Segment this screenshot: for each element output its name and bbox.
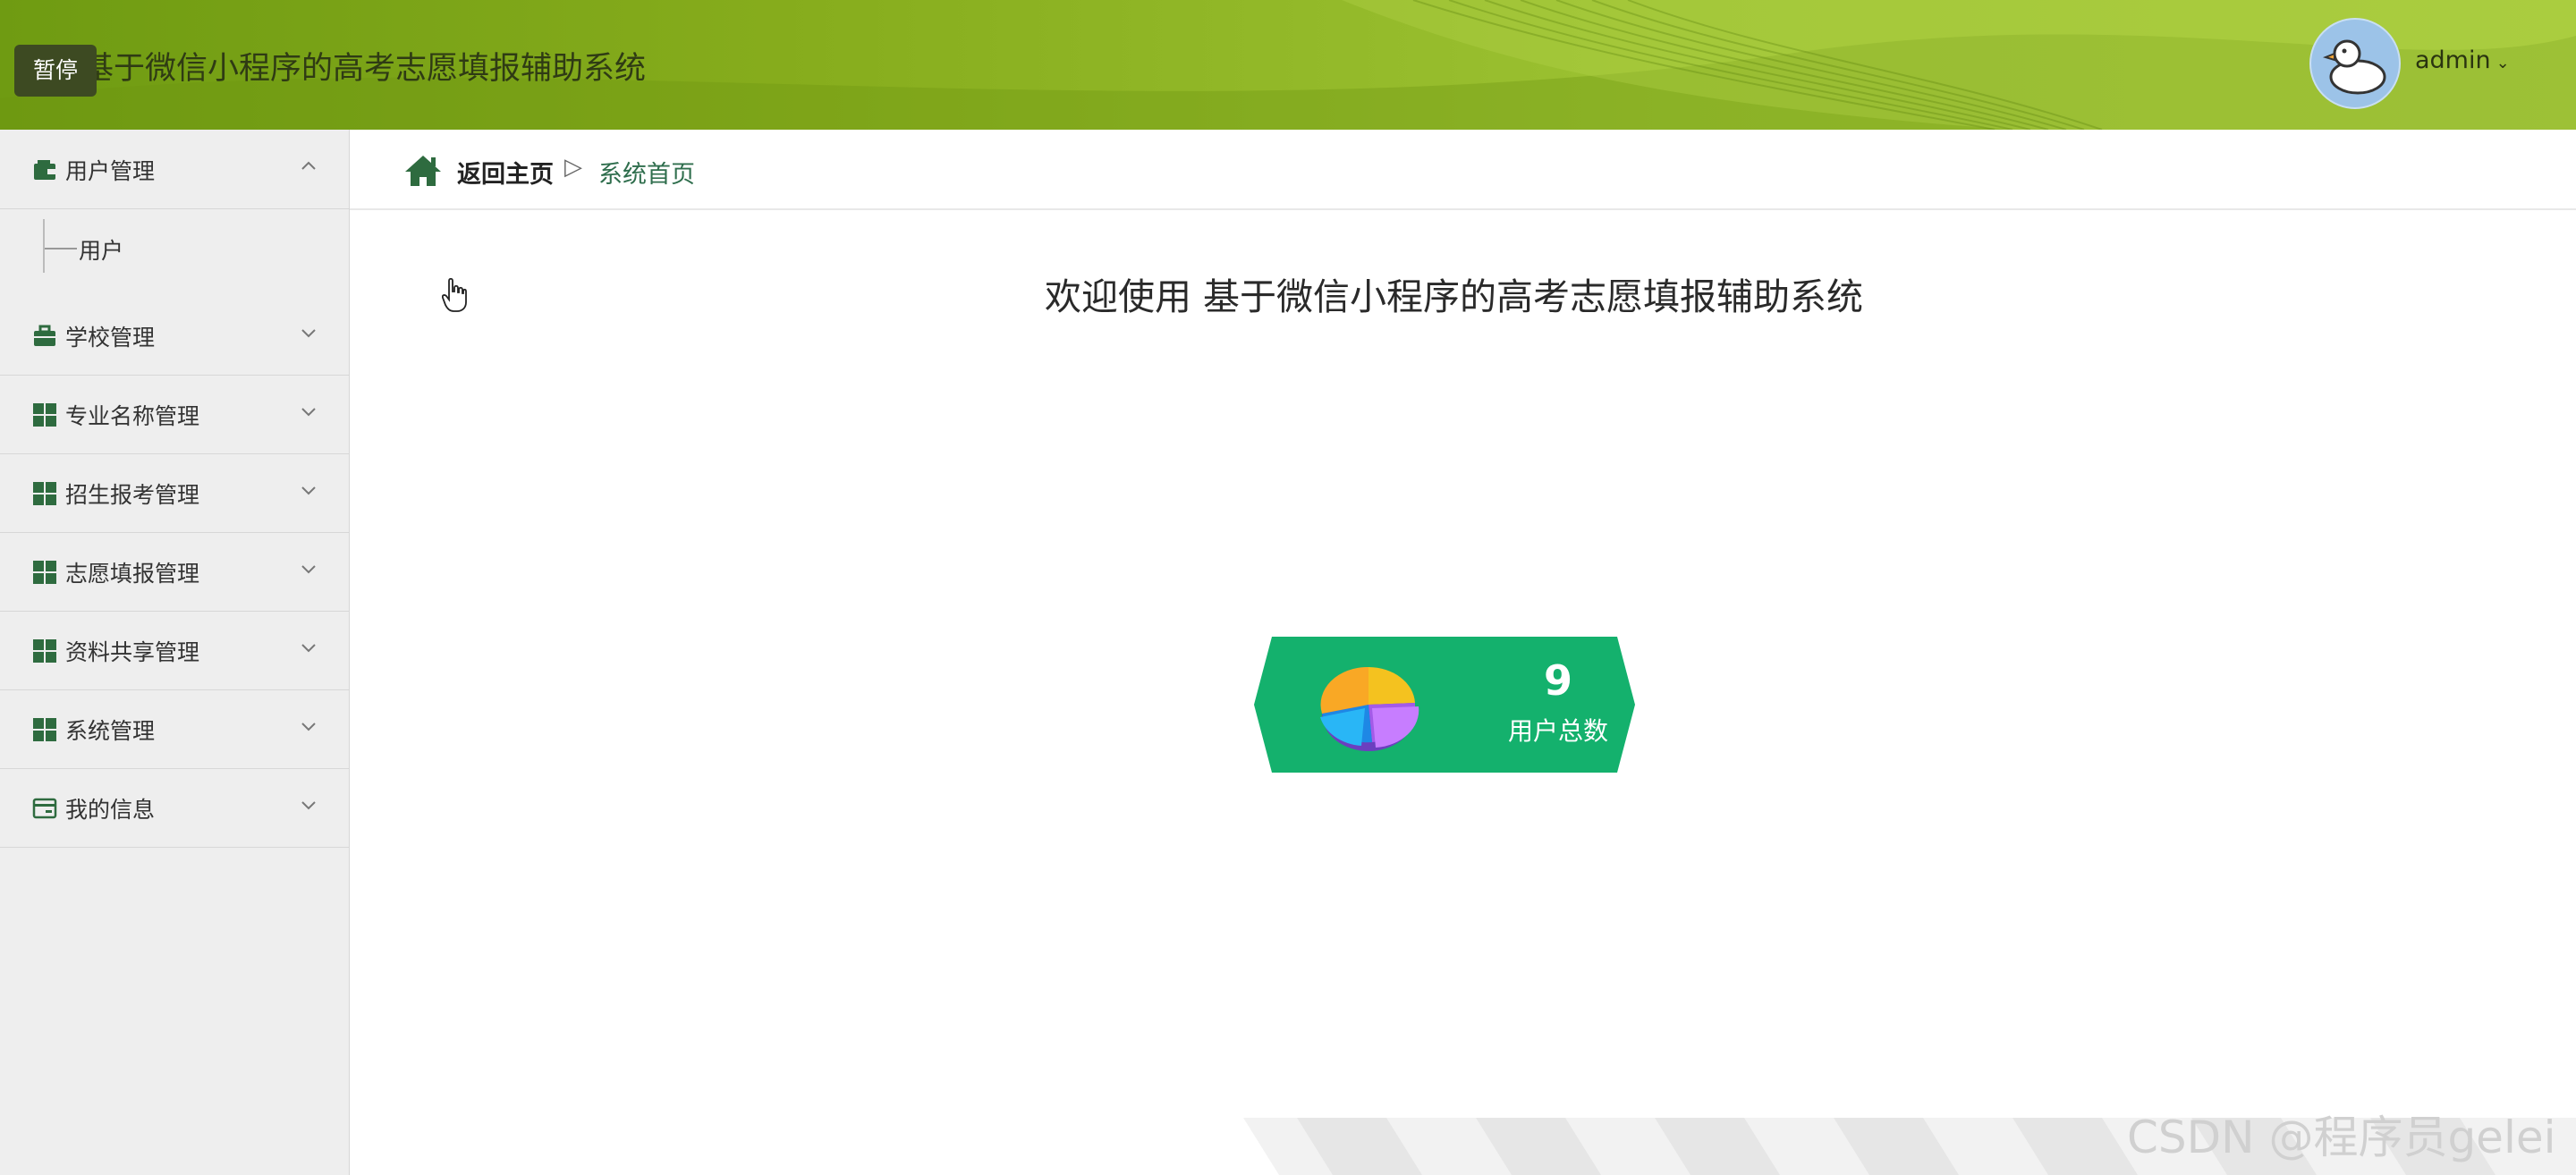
- sidebar-item-resource-sharing[interactable]: 资料共享管理: [0, 611, 349, 690]
- sidebar-item-label: 资料共享管理: [65, 639, 200, 665]
- hand-pointer-icon: [442, 277, 467, 312]
- pause-button[interactable]: 暂停: [14, 45, 97, 97]
- sidebar-item-label: 志愿填报管理: [65, 561, 200, 587]
- sidebar-item-system-management[interactable]: 系统管理: [0, 689, 349, 769]
- grid-icon: [33, 718, 56, 741]
- duck-icon: [2322, 39, 2386, 95]
- submenu-user[interactable]: 用户: [0, 210, 349, 295]
- user-avatar[interactable]: [2309, 18, 2401, 109]
- breadcrumb: 返回主页 ▷ 系统首页: [350, 130, 2576, 210]
- stat-label: 用户总数: [1507, 716, 1608, 746]
- sidebar-item-school-management[interactable]: 学校管理: [0, 296, 349, 376]
- wallet-icon: [34, 160, 55, 180]
- home-icon[interactable]: [403, 153, 443, 189]
- chevron-down-icon: [301, 723, 316, 731]
- pie-chart-icon: [1320, 666, 1419, 751]
- sidebar-item-label: 学校管理: [65, 325, 156, 351]
- chevron-down-icon: [301, 801, 316, 810]
- chevron-down-icon: ⌄: [2496, 54, 2510, 72]
- grid-icon: [33, 561, 56, 584]
- sidebar-item-label: 用户管理: [65, 158, 156, 184]
- chevron-down-icon: [301, 644, 316, 653]
- watermark: CSDN @程序员gelei: [2127, 1112, 2556, 1163]
- grid-icon: [33, 482, 56, 505]
- top-header: 暂停 基于微信小程序的高考志愿填报辅助系统 admin ⌄: [0, 0, 2576, 130]
- chevron-down-icon: [301, 329, 316, 338]
- stat-value: 9: [1543, 656, 1572, 705]
- sidebar-item-label: 招生报考管理: [65, 482, 200, 508]
- submenu-item-users[interactable]: 用户: [79, 233, 123, 266]
- welcome-heading: 欢迎使用 基于微信小程序的高考志愿填报辅助系统: [1045, 275, 1864, 318]
- breadcrumb-current[interactable]: 系统首页: [598, 155, 695, 190]
- sidebar-item-application-management[interactable]: 志愿填报管理: [0, 532, 349, 612]
- user-menu[interactable]: admin ⌄: [2415, 46, 2510, 74]
- sidebar-item-user-management[interactable]: 用户管理: [0, 130, 349, 209]
- tree-line: [43, 219, 45, 273]
- user-total-stat-card[interactable]: 9 用户总数: [1254, 637, 1635, 773]
- card-icon: [32, 798, 57, 819]
- breadcrumb-home-link[interactable]: 返回主页: [457, 155, 554, 190]
- chevron-up-icon: [301, 161, 316, 170]
- sidebar-item-label: 系统管理: [65, 718, 156, 744]
- briefcase-icon: [34, 325, 55, 346]
- sidebar-item-label: 我的信息: [65, 797, 156, 823]
- user-name-label: admin: [2415, 46, 2491, 74]
- chevron-down-icon: [301, 486, 316, 495]
- sidebar-item-admission-management[interactable]: 招生报考管理: [0, 453, 349, 533]
- chevron-down-icon: [301, 408, 316, 417]
- app-title: 基于微信小程序的高考志愿填报辅助系统: [82, 51, 647, 87]
- sidebar: 用户管理 用户 学校管理 专业名称管理 招生报考管理 志愿填报管理 资料共享管理…: [0, 130, 350, 1175]
- sidebar-item-label: 专业名称管理: [65, 403, 200, 429]
- breadcrumb-separator: ▷: [564, 154, 582, 181]
- tree-branch: [45, 248, 77, 249]
- chevron-down-icon: [301, 565, 316, 574]
- grid-icon: [33, 639, 56, 663]
- sidebar-item-my-info[interactable]: 我的信息: [0, 768, 349, 848]
- grid-icon: [33, 403, 56, 427]
- sidebar-item-major-management[interactable]: 专业名称管理: [0, 375, 349, 454]
